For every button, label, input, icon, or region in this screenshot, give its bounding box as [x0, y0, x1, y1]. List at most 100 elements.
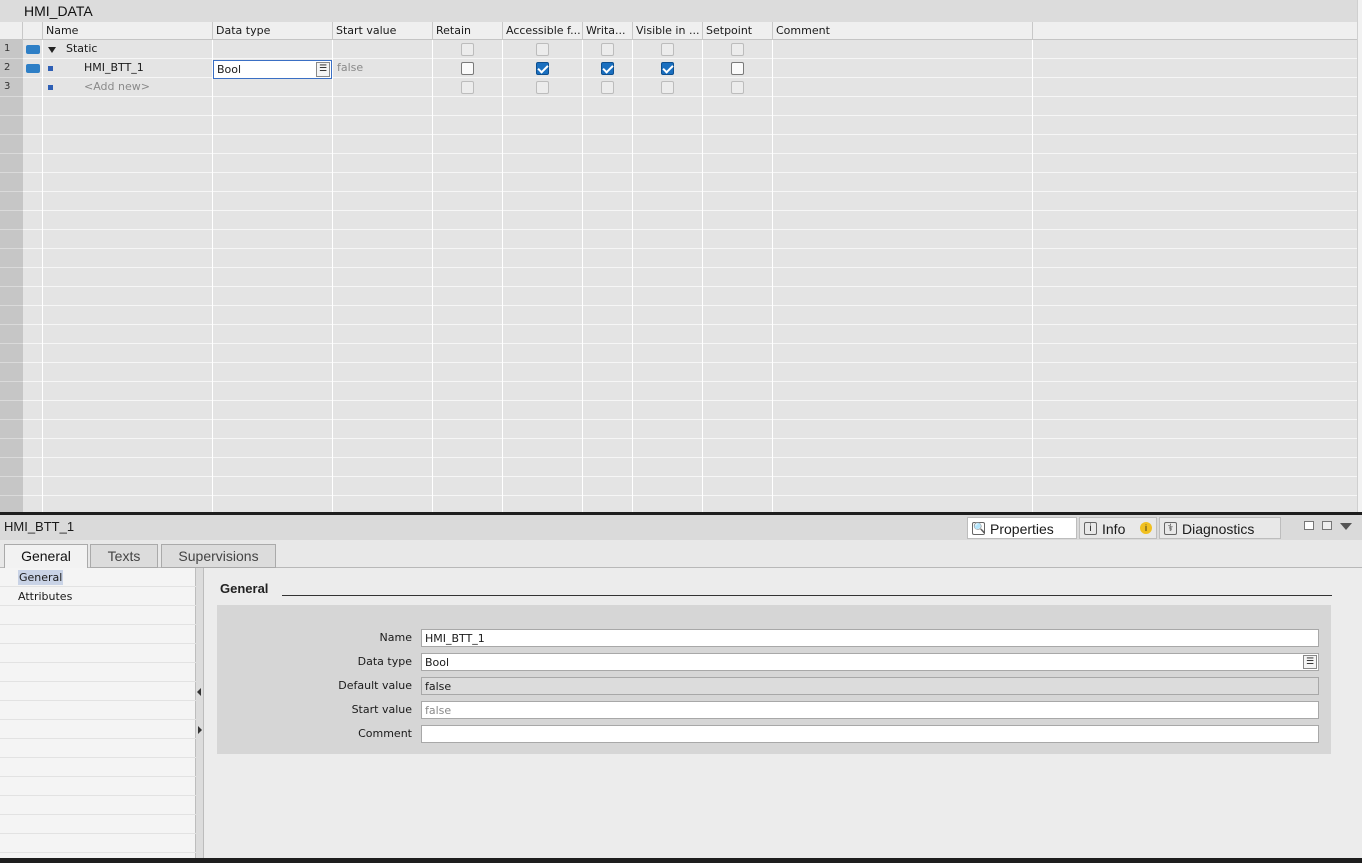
collapse-panel-icon[interactable]: [1340, 523, 1352, 530]
info-icon: i: [1084, 522, 1097, 535]
visible-checkbox[interactable]: [661, 43, 674, 56]
properties-subtabs: General Texts Supervisions: [0, 540, 1362, 569]
name-field[interactable]: HMI_BTT_1: [421, 629, 1319, 647]
writable-checkbox[interactable]: [601, 62, 614, 75]
header-name[interactable]: Name: [43, 22, 213, 40]
empty-row: [23, 458, 1357, 477]
empty-row: [23, 135, 1357, 154]
empty-row-header: [0, 268, 23, 287]
split-window-icon[interactable]: [1322, 521, 1332, 530]
empty-row-header: [0, 325, 23, 344]
datatype-dropdown[interactable]: Bool ☰: [213, 60, 332, 79]
header-retain[interactable]: Retain: [433, 22, 503, 40]
comment-field[interactable]: [421, 725, 1319, 743]
empty-row: [23, 249, 1357, 268]
db-interface-icon: [26, 45, 40, 54]
header-setpoint[interactable]: Setpoint: [703, 22, 773, 40]
vertical-scrollbar[interactable]: [1357, 0, 1362, 512]
writable-checkbox[interactable]: [601, 43, 614, 56]
header-accessible[interactable]: Accessible f...: [503, 22, 583, 40]
visible-checkbox[interactable]: [661, 62, 674, 75]
header-datatype[interactable]: Data type: [213, 22, 333, 40]
empty-row: [23, 363, 1357, 382]
header-visible[interactable]: Visible in ...: [633, 22, 703, 40]
nav-item-attributes[interactable]: Attributes: [0, 587, 196, 606]
start-value-field[interactable]: false: [421, 701, 1319, 719]
default-value-field: false: [421, 677, 1319, 695]
collapse-left-icon[interactable]: [197, 688, 201, 696]
properties-content: General Name HMI_BTT_1 Data type Bool ☰ …: [204, 568, 1362, 858]
retain-checkbox[interactable]: [461, 62, 474, 75]
row-number[interactable]: 3: [0, 78, 23, 97]
accessible-checkbox[interactable]: [536, 43, 549, 56]
header-comment[interactable]: Comment: [773, 22, 1033, 40]
properties-nav: General Attributes: [0, 568, 196, 858]
section-divider: [282, 595, 1332, 596]
row-name[interactable]: HMI_BTT_1: [81, 59, 144, 77]
start-value[interactable]: false: [334, 59, 363, 77]
datatype-field[interactable]: Bool ☰: [421, 653, 1319, 671]
setpoint-checkbox[interactable]: [731, 62, 744, 75]
nav-item-general[interactable]: General: [0, 568, 196, 587]
tab-diagnostics[interactable]: ⚕ Diagnostics: [1159, 517, 1281, 539]
empty-row: [23, 401, 1357, 420]
name-label: Name: [379, 631, 412, 644]
empty-row: [23, 287, 1357, 306]
writable-checkbox[interactable]: [601, 81, 614, 94]
empty-row-header: [0, 306, 23, 325]
retain-checkbox[interactable]: [461, 81, 474, 94]
header-writable[interactable]: Writa...: [583, 22, 633, 40]
empty-row-header: [0, 477, 23, 496]
tab-properties[interactable]: 🔍 Properties: [967, 517, 1077, 539]
header-icon: [23, 22, 43, 40]
empty-row-header: [0, 458, 23, 477]
list-picker-icon[interactable]: ☰: [1303, 655, 1317, 669]
empty-row: [23, 477, 1357, 496]
comment-label: Comment: [358, 727, 412, 740]
empty-row-header: [0, 249, 23, 268]
table-row[interactable]: [23, 40, 1357, 59]
tia-portal-db-editor: HMI_DATA Name Data type Start value Reta…: [0, 0, 1362, 863]
tab-info[interactable]: i Info i: [1079, 517, 1157, 539]
row-number[interactable]: 1: [0, 40, 23, 59]
empty-row-header: [0, 363, 23, 382]
empty-row-header: [0, 287, 23, 306]
empty-row: [23, 496, 1357, 512]
empty-row: [23, 97, 1357, 116]
row-name[interactable]: Static: [63, 40, 97, 58]
float-window-icon[interactable]: [1304, 521, 1314, 530]
empty-row: [23, 268, 1357, 287]
empty-row: [23, 192, 1357, 211]
subtab-supervisions[interactable]: Supervisions: [161, 544, 276, 568]
subtab-texts[interactable]: Texts: [90, 544, 158, 568]
setpoint-checkbox[interactable]: [731, 43, 744, 56]
visible-checkbox[interactable]: [661, 81, 674, 94]
nav-splitter[interactable]: [196, 568, 204, 858]
properties-icon: 🔍: [972, 522, 986, 535]
empty-row-header: [0, 135, 23, 154]
empty-row-header: [0, 173, 23, 192]
header-startvalue[interactable]: Start value: [333, 22, 433, 40]
accessible-checkbox[interactable]: [536, 81, 549, 94]
table-row[interactable]: [23, 78, 1357, 97]
bottom-bar: [0, 858, 1362, 863]
diagnostics-icon: ⚕: [1164, 522, 1177, 535]
general-panel: Name HMI_BTT_1 Data type Bool ☰ Default …: [217, 605, 1331, 754]
empty-row: [23, 325, 1357, 344]
add-new-row[interactable]: <Add new>: [81, 78, 150, 96]
collapse-arrow-icon[interactable]: [48, 47, 56, 53]
empty-row-header: [0, 192, 23, 211]
expand-right-icon[interactable]: [198, 726, 202, 734]
setpoint-checkbox[interactable]: [731, 81, 744, 94]
inspector-header: HMI_BTT_1 🔍 Properties i Info i ⚕ Diagno…: [0, 515, 1362, 540]
accessible-checkbox[interactable]: [536, 62, 549, 75]
empty-row-header: [0, 401, 23, 420]
subtab-general[interactable]: General: [4, 544, 88, 569]
empty-row: [23, 116, 1357, 135]
empty-row-header: [0, 420, 23, 439]
selected-object-name: HMI_BTT_1: [4, 519, 75, 534]
section-title: General: [220, 581, 269, 596]
row-number[interactable]: 2: [0, 59, 23, 78]
list-picker-icon[interactable]: ☰: [316, 62, 330, 77]
retain-checkbox[interactable]: [461, 43, 474, 56]
